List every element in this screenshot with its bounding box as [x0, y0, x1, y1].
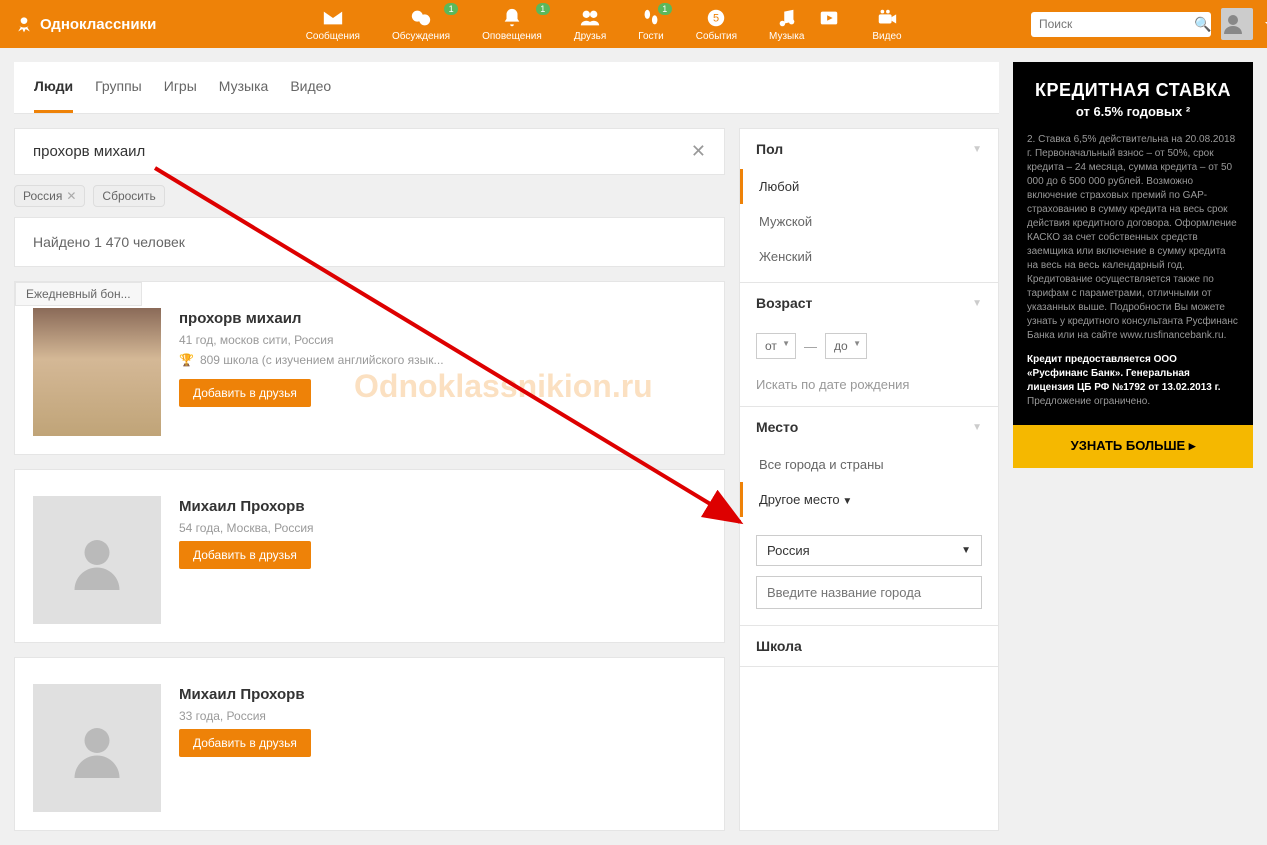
- events-icon: 5: [705, 7, 727, 29]
- avatar-placeholder-icon: [67, 530, 127, 590]
- result-photo[interactable]: [33, 308, 161, 436]
- search-tabs: Люди Группы Игры Музыка Видео: [14, 62, 999, 114]
- ad-license: Кредит предоставляется ООО «Русфинанс Ба…: [1027, 353, 1239, 409]
- nav-friends[interactable]: Друзья: [574, 7, 606, 42]
- result-card: Михаил Прохорв 33 года, Россия Добавить …: [14, 657, 725, 831]
- ad-banner[interactable]: КРЕДИТНАЯ СТАВКА от 6.5% годовых ² 2. Ст…: [1013, 62, 1253, 468]
- envelope-icon: [322, 7, 344, 29]
- top-nav: Сообщения 1 Обсуждения 1 Оповещения Друз…: [176, 7, 1031, 42]
- nav-video[interactable]: Видео: [872, 7, 901, 42]
- search-icon: 🔍: [1194, 16, 1211, 33]
- chevron-down-icon: ▼: [972, 298, 982, 309]
- age-to-select[interactable]: до: [825, 333, 867, 359]
- tab-people[interactable]: Люди: [34, 62, 73, 113]
- play-icon: [818, 7, 840, 29]
- logo-text: Одноклассники: [40, 16, 156, 33]
- friends-icon: [579, 7, 601, 29]
- nav-messages[interactable]: Сообщения: [306, 7, 360, 42]
- filter-chips: Россия ✕ Сбросить: [14, 175, 725, 217]
- chip-remove-icon[interactable]: ✕: [66, 189, 76, 203]
- avatar-placeholder-icon: [67, 718, 127, 778]
- result-photo[interactable]: [33, 684, 161, 812]
- place-all[interactable]: Все города и страны: [740, 447, 998, 482]
- add-friend-button[interactable]: Добавить в друзья: [179, 379, 311, 407]
- ok-logo-icon: [14, 14, 34, 34]
- ad-disclaimer: 2. Ставка 6,5% действительна на 20.08.20…: [1027, 133, 1239, 343]
- nav-video-play[interactable]: [818, 7, 840, 42]
- result-photo[interactable]: [33, 496, 161, 624]
- ad-cta-button[interactable]: УЗНАТЬ БОЛЬШЕ ▸: [1013, 425, 1253, 467]
- nav-discussions[interactable]: 1 Обсуждения: [392, 7, 450, 42]
- nav-notifications[interactable]: 1 Оповещения: [482, 7, 542, 42]
- ad-title: КРЕДИТНАЯ СТАВКА: [1027, 78, 1239, 103]
- top-header: Одноклассники Сообщения 1 Обсуждения 1 О…: [0, 0, 1267, 48]
- nav-events[interactable]: 5 События: [696, 7, 737, 42]
- ad-sidebar: КРЕДИТНАЯ СТАВКА от 6.5% годовых ² 2. Ст…: [1013, 62, 1253, 468]
- chat-icon: [410, 7, 432, 29]
- filter-school-header[interactable]: Школа: [740, 626, 998, 666]
- result-meta: 54 года, Москва, Россия: [179, 521, 706, 535]
- results-count: Найдено 1 470 человек: [14, 217, 725, 267]
- bonus-badge: Ежедневный бон...: [15, 282, 142, 306]
- tab-music[interactable]: Музыка: [219, 62, 269, 113]
- result-school: 🏆809 школа (с изучением английского язык…: [179, 353, 706, 367]
- music-icon: [776, 7, 798, 29]
- add-friend-button[interactable]: Добавить в друзья: [179, 729, 311, 757]
- chevron-down-icon: ▼: [972, 422, 982, 433]
- tab-video[interactable]: Видео: [290, 62, 331, 113]
- chevron-down-icon: ▼: [961, 545, 971, 556]
- result-meta: 41 год, москов сити, Россия: [179, 333, 706, 347]
- result-card: Ежедневный бон... прохорв михаил 41 год,…: [14, 281, 725, 455]
- svg-text:5: 5: [713, 12, 719, 24]
- tab-groups[interactable]: Группы: [95, 62, 142, 113]
- chevron-down-icon: ▼: [972, 144, 982, 155]
- gender-female[interactable]: Женский: [740, 239, 998, 274]
- gender-any[interactable]: Любой: [740, 169, 998, 204]
- query-input[interactable]: [33, 143, 691, 160]
- header-search[interactable]: 🔍: [1031, 12, 1211, 37]
- filter-age-header[interactable]: Возраст▼: [740, 283, 998, 323]
- query-box: ✕: [14, 128, 725, 175]
- birthday-search-link[interactable]: Искать по дате рождения: [740, 369, 998, 406]
- camera-icon: [876, 7, 898, 29]
- result-card: Михаил Прохорв 54 года, Москва, Россия Д…: [14, 469, 725, 643]
- nav-guests[interactable]: 1 Гости: [638, 7, 663, 42]
- nav-badge: 1: [536, 3, 550, 15]
- profile-avatar[interactable]: [1221, 8, 1253, 40]
- nav-badge: 1: [444, 3, 458, 15]
- avatar-icon: [1221, 12, 1245, 36]
- add-friend-button[interactable]: Добавить в друзья: [179, 541, 311, 569]
- city-input[interactable]: [756, 576, 982, 609]
- nav-badge: 1: [658, 3, 672, 15]
- filter-gender-header[interactable]: Пол▼: [740, 129, 998, 169]
- trophy-icon: 🏆: [179, 353, 194, 367]
- tab-games[interactable]: Игры: [164, 62, 197, 113]
- ad-subtitle: от 6.5% годовых ²: [1027, 103, 1239, 121]
- country-select[interactable]: Россия ▼: [756, 535, 982, 566]
- clear-query-icon[interactable]: ✕: [691, 141, 706, 162]
- chip-country[interactable]: Россия ✕: [14, 185, 85, 207]
- nav-music[interactable]: Музыка: [769, 7, 804, 42]
- result-name[interactable]: Михаил Прохорв: [179, 686, 706, 703]
- result-name[interactable]: Михаил Прохорв: [179, 498, 706, 515]
- result-meta: 33 года, Россия: [179, 709, 706, 723]
- age-from-select[interactable]: от: [756, 333, 796, 359]
- filter-place-header[interactable]: Место▼: [740, 407, 998, 447]
- place-other[interactable]: Другое место: [740, 482, 998, 517]
- logo[interactable]: Одноклассники: [14, 14, 156, 34]
- bell-icon: [501, 7, 523, 29]
- chip-reset[interactable]: Сбросить: [93, 185, 164, 207]
- search-input[interactable]: [1039, 17, 1194, 31]
- filters-panel: Пол▼ Любой Мужской Женский Возраст▼ от —…: [739, 128, 999, 831]
- result-name[interactable]: прохорв михаил: [179, 310, 706, 327]
- gender-male[interactable]: Мужской: [740, 204, 998, 239]
